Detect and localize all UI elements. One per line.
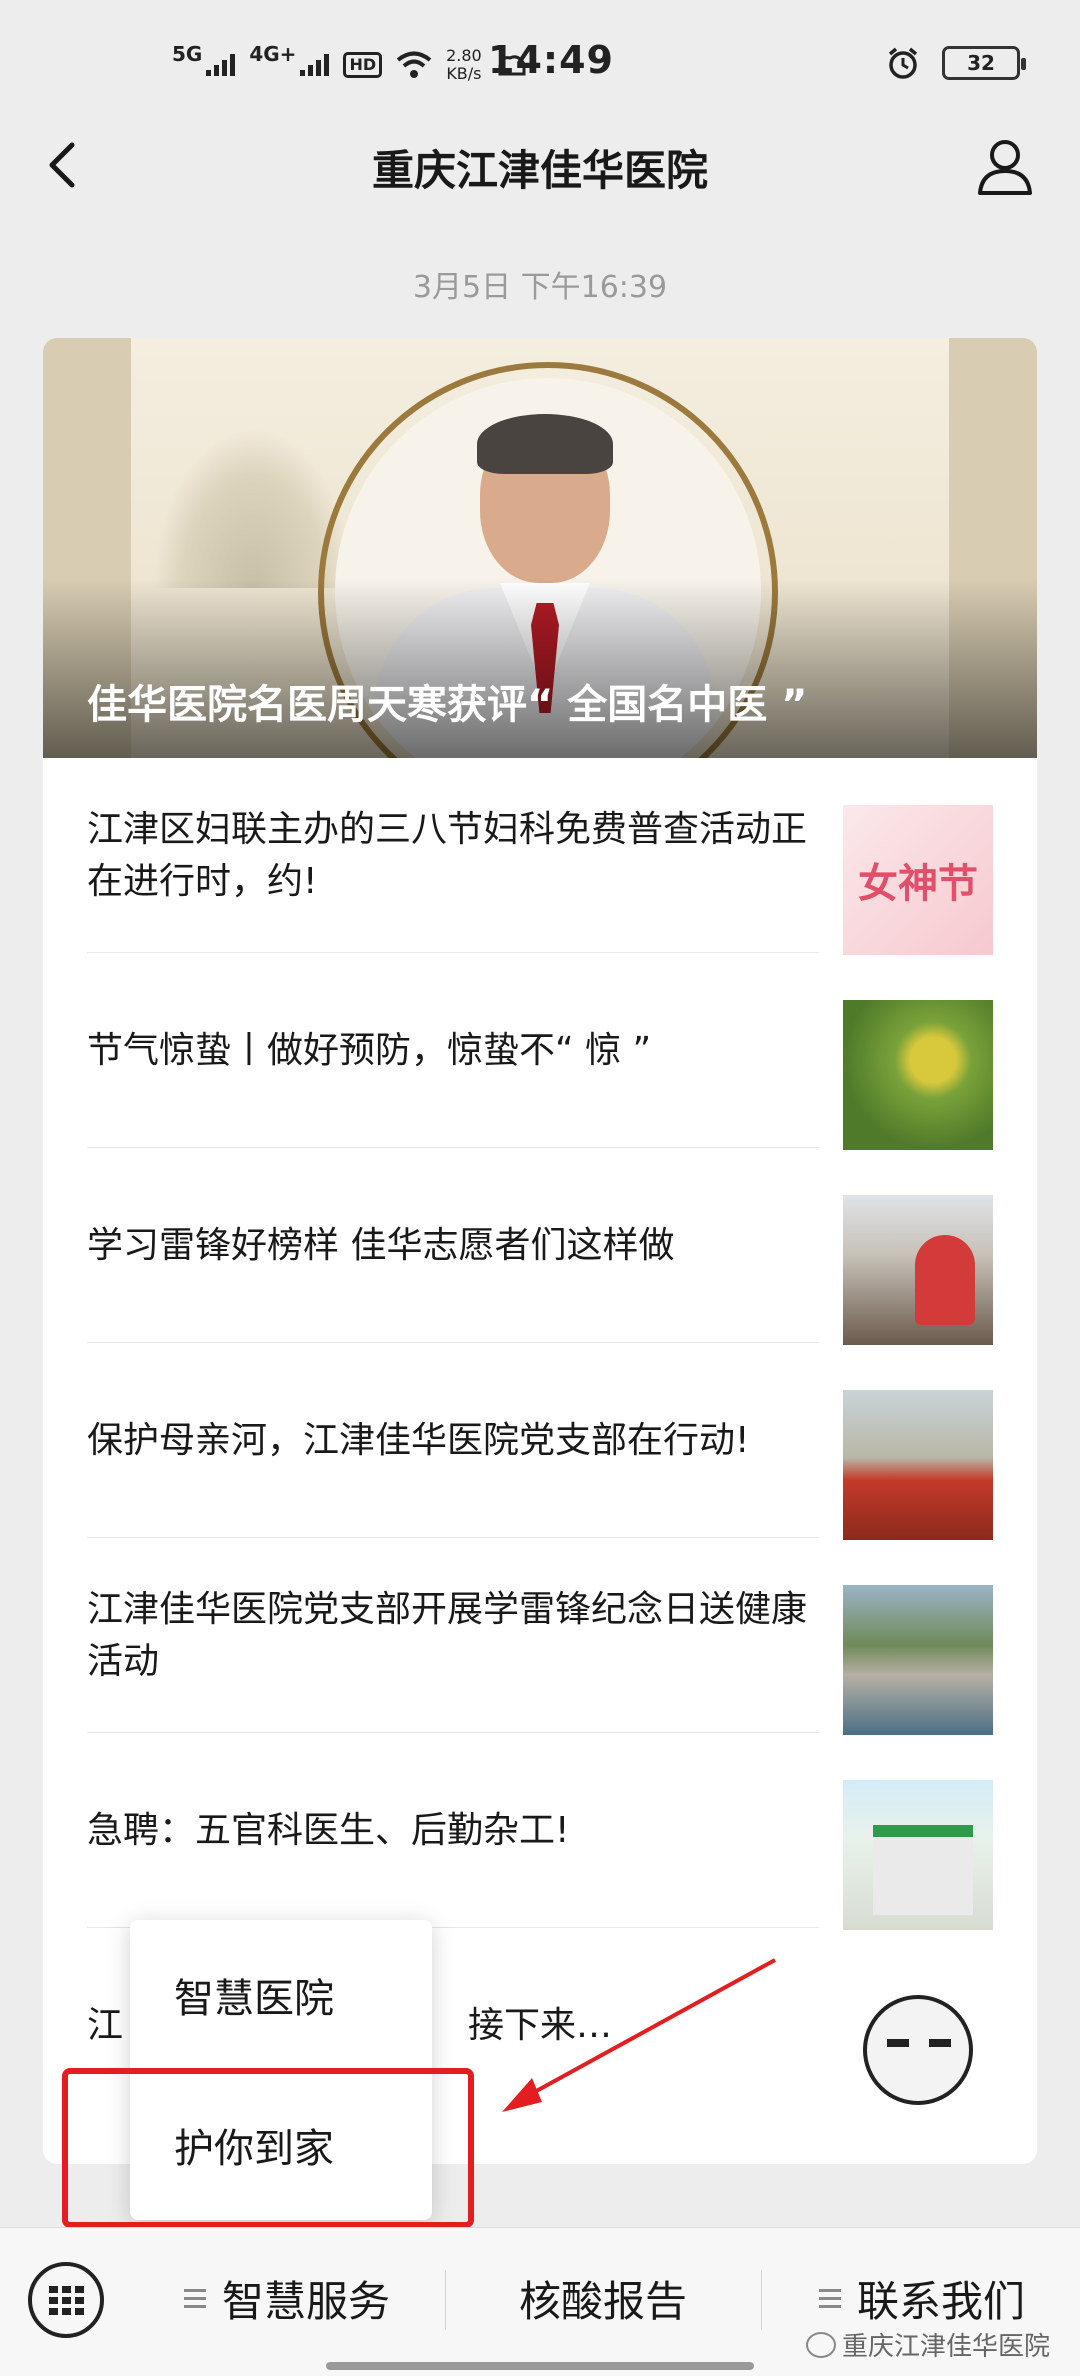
article-list: 江津区妇联主办的三八节妇科免费普查活动正在进行时，约! 女神节 节气惊蛰丨做好预…	[43, 758, 1037, 2125]
list-item[interactable]: 江津佳华医院党支部开展学雷锋纪念日送健康活动	[43, 1538, 1037, 1735]
list-item[interactable]: 江津区妇联主办的三八节妇科免费普查活动正在进行时，约! 女神节	[43, 758, 1037, 955]
alarm-icon	[888, 47, 918, 79]
chat-header: 重庆江津佳华医院	[0, 115, 1080, 215]
article-thumbnail: 女神节	[843, 805, 993, 955]
wifi-icon	[396, 51, 432, 78]
article-thumbnail	[843, 1000, 993, 1150]
profile-icon[interactable]	[972, 133, 1038, 199]
article-thumbnail	[843, 1780, 993, 1930]
article-title: 节气惊蛰丨做好预防，惊蛰不“ 惊 ”	[87, 1029, 652, 1071]
menu-nucleic-report[interactable]: 核酸报告	[448, 2228, 758, 2368]
clock: 14:49	[488, 38, 614, 82]
menu-list-icon	[183, 2284, 206, 2313]
status-left: 5G 4G+ HD 2.80 KB/s	[172, 40, 528, 90]
article-title: 江津区妇联主办的三八节妇科免费普查活动正在进行时，约!	[87, 808, 808, 902]
net-speed: 2.80 KB/s	[446, 46, 482, 83]
message-timestamp: 3月5日 下午16:39	[412, 270, 668, 305]
list-item[interactable]: 节气惊蛰丨做好预防，惊蛰不“ 惊 ”	[43, 953, 1037, 1150]
article-title: 急聘：五官科医生、后勤杂工!	[87, 1809, 570, 1851]
signal-sim2: 4G+	[249, 44, 330, 76]
signal-bars-icon	[206, 54, 236, 76]
menu-divider	[761, 2270, 762, 2330]
list-item[interactable]: 保护母亲河，江津佳华医院党支部在行动!	[43, 1343, 1037, 1540]
article-title: 江津佳华医院党支部开展学雷锋纪念日送健康活动	[87, 1588, 808, 1682]
menu-divider	[445, 2270, 446, 2330]
battery-icon: 32	[942, 46, 1026, 80]
wechat-icon	[805, 2331, 836, 2358]
watermark: 重庆江津佳华医院	[805, 2326, 1050, 2363]
hero-title: 佳华医院名医周天寒获评“ 全国名中医 ”	[87, 682, 808, 728]
page-title: 重庆江津佳华医院	[371, 146, 708, 195]
article-title: 保护母亲河，江津佳华医院党支部在行动!	[87, 1419, 750, 1461]
network-type-2: 4G+	[249, 42, 297, 66]
signal-sim1: 5G	[172, 44, 236, 76]
article-title: 学习雷锋好榜样 佳华志愿者们这样做	[87, 1224, 675, 1266]
menu-list-icon	[818, 2284, 841, 2313]
article-thumbnail	[843, 1390, 993, 1540]
meme-face-icon	[863, 1995, 973, 2105]
hero-article[interactable]: 佳华医院名医周天寒获评“ 全国名中医 ”	[43, 338, 1037, 758]
status-right: 32	[886, 46, 1026, 80]
signal-bars-icon	[300, 54, 330, 76]
article-thumbnail	[843, 1585, 993, 1735]
highlight-box	[62, 2068, 474, 2228]
list-item[interactable]: 急聘：五官科医生、后勤杂工!	[43, 1733, 1037, 1930]
list-item[interactable]: 学习雷锋好榜样 佳华志愿者们这样做	[43, 1148, 1037, 1345]
article-card: 佳华医院名医周天寒获评“ 全国名中医 ” 江津区妇联主办的三八节妇科免费普查活动…	[43, 338, 1037, 2164]
network-type-1: 5G	[172, 42, 203, 66]
home-indicator[interactable]	[326, 2362, 754, 2370]
battery-level: 32	[967, 51, 995, 75]
submenu-item-smart-hospital[interactable]: 智慧医院	[130, 1920, 432, 2070]
hero-gradient	[43, 578, 1037, 758]
menu-smart-service[interactable]: 智慧服务	[132, 2228, 442, 2368]
hd-volte-icon: HD	[343, 52, 383, 78]
status-bar: 5G 4G+ HD 2.80 KB/s 14:49 32	[0, 0, 1080, 130]
article-thumbnail	[843, 1195, 993, 1345]
keyboard-toggle-icon[interactable]	[28, 2262, 104, 2338]
annotation-arrow-icon	[502, 1958, 776, 2112]
article-thumbnail	[843, 1975, 993, 2125]
